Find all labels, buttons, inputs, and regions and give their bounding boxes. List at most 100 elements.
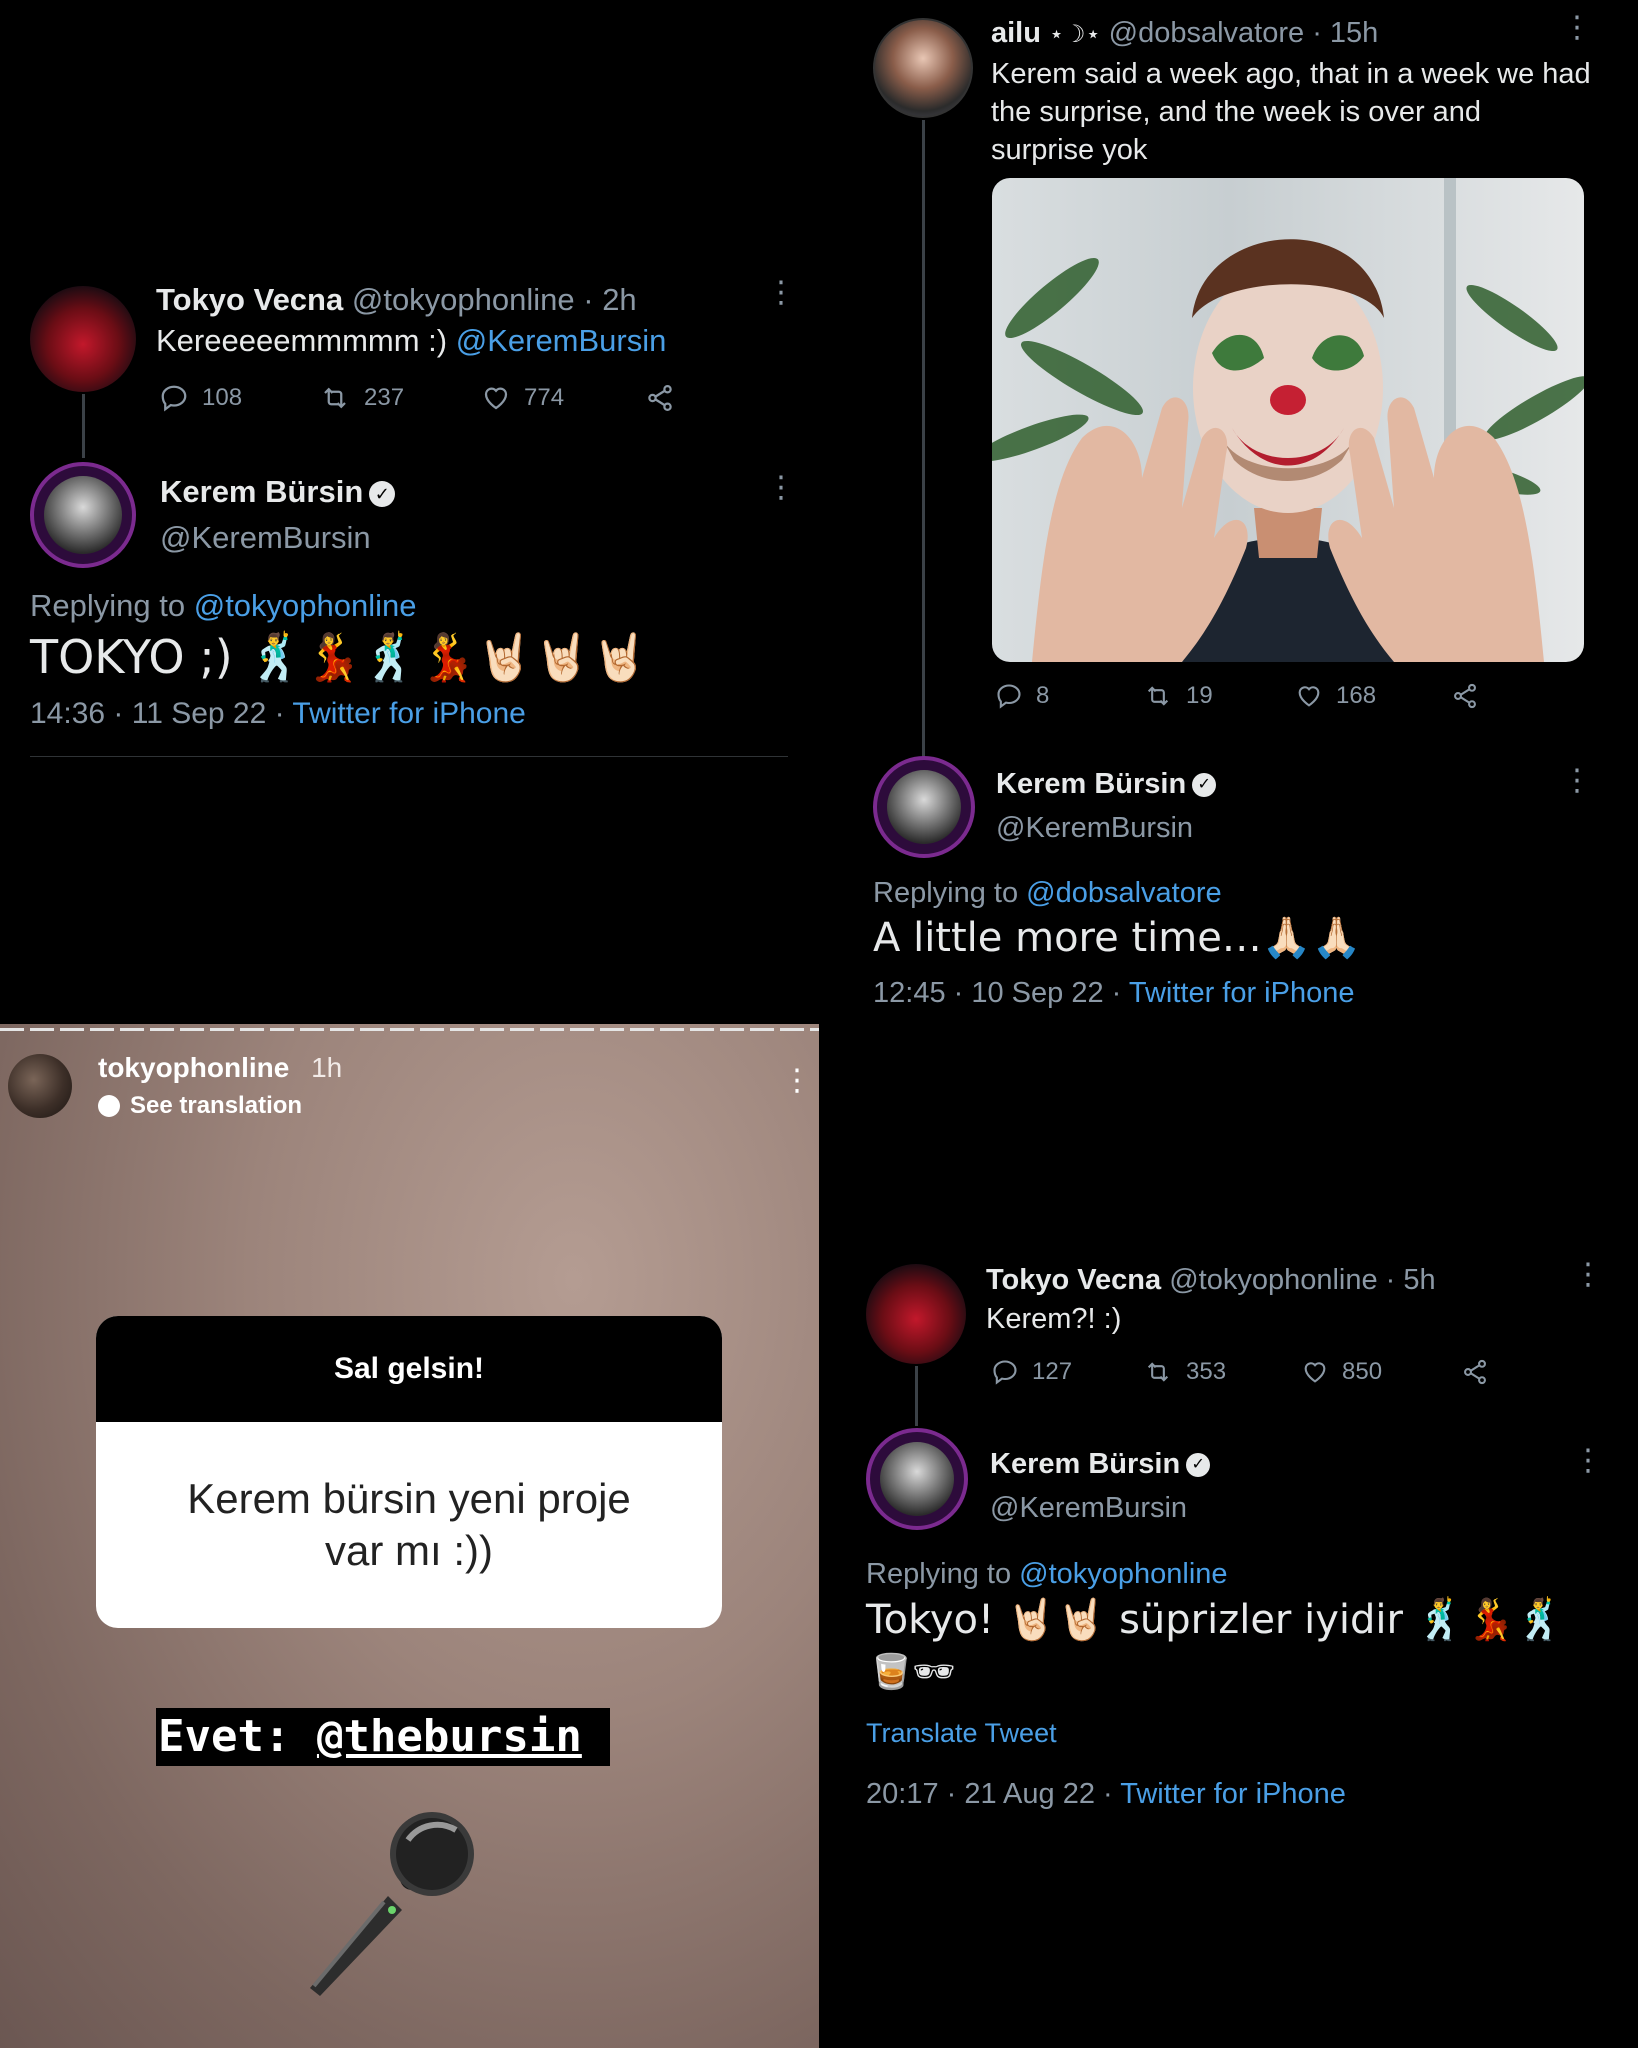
thread-line [82, 394, 85, 458]
author-name[interactable]: Tokyo Vecna [156, 282, 343, 317]
share-button[interactable] [1460, 1358, 1490, 1386]
author-handle-time: @dobsalvatore · 15h [1108, 17, 1379, 49]
tweet-text-line-2: 🥃🕶 [870, 1652, 956, 1692]
retweet-icon [324, 387, 346, 409]
reply-icon [161, 385, 187, 412]
tweet-media-image[interactable] [992, 178, 1584, 662]
tweet-actions: 127 353 850 [990, 1358, 1490, 1386]
tweet-datetime: 14:36 · 11 Sep 22 · [30, 697, 293, 730]
answer-prefix: Evet: [158, 1711, 317, 1762]
author-handle[interactable]: @KeremBursin [990, 1492, 1187, 1525]
share-icon [1464, 1359, 1486, 1385]
retweet-count: 353 [1186, 1358, 1227, 1385]
reply-icon [993, 1360, 1017, 1385]
like-count: 774 [524, 384, 565, 411]
answer-text: Evet: @thebursin [156, 1708, 610, 1766]
author-handle-time: @tokyophonline · 5h [1169, 1264, 1436, 1296]
avatar[interactable] [873, 18, 973, 118]
replying-label: Replying to [30, 588, 194, 623]
retweet-button[interactable]: 237 [318, 383, 480, 413]
tweet-datetime: 20:17 · 21 Aug 22 · [866, 1778, 1121, 1810]
reply-count: 8 [1036, 682, 1050, 709]
microphone-icon [280, 1800, 480, 2005]
story-progress-bar [0, 1028, 819, 1031]
author-name[interactable]: ailu [991, 17, 1041, 49]
like-button[interactable]: 774 [480, 383, 644, 413]
tweet-text: Kerem?! :) [986, 1303, 1122, 1335]
mention-link[interactable]: @tokyophonline [1019, 1558, 1227, 1590]
share-button[interactable] [644, 383, 676, 413]
reply-icon [997, 684, 1021, 709]
retweet-button[interactable]: 353 [1142, 1358, 1300, 1386]
tweet-meta: 20:17 · 21 Aug 22 · Twitter for iPhone [866, 1778, 1346, 1811]
tweet-text: Kerem said a week ago, that in a week we… [991, 58, 1591, 166]
heart-icon [484, 387, 508, 410]
heart-icon [1298, 686, 1320, 707]
avatar[interactable] [30, 462, 136, 568]
more-options-icon[interactable]: ⋮ [766, 473, 796, 503]
tweet-text-line-1: Tokyo! 🤘🏻🤘🏻 süprizler iyidir 🕺💃🕺 [866, 1597, 1566, 1643]
see-translation-button[interactable]: See translation [98, 1092, 302, 1120]
mention-link[interactable]: @thebursin [317, 1711, 582, 1762]
mention-link[interactable]: @KeremBursin [456, 323, 667, 358]
retweet-icon [1147, 686, 1169, 706]
avatar[interactable] [873, 756, 975, 858]
reply-button[interactable]: 108 [158, 383, 318, 413]
reply-button[interactable]: 8 [994, 682, 1142, 710]
tweet-actions: 108 237 774 [158, 383, 676, 413]
tweet-text: TOKYO ;) 🕺💃🕺💃🤘🏻🤘🏻🤘🏻 [30, 630, 649, 684]
more-options-icon[interactable]: ⋮ [782, 1066, 812, 1096]
story-time: 1h [311, 1052, 343, 1083]
joker-photo-illustration [992, 178, 1584, 662]
tweet-text: Kereeeeemmmmm :) @KeremBursin [156, 323, 666, 359]
avatar[interactable] [30, 286, 136, 392]
question-text: Kerem bürsin yeni proje var mı :)) [187, 1475, 631, 1574]
author-name[interactable]: Kerem Bürsin [990, 1448, 1180, 1480]
author-handle[interactable]: @KeremBursin [160, 520, 371, 556]
heart-icon [1304, 1362, 1326, 1383]
more-options-icon[interactable]: ⋮ [1573, 1446, 1603, 1476]
verified-badge-icon: ✓ [1192, 773, 1217, 798]
translate-tweet-link[interactable]: Translate Tweet [866, 1718, 1057, 1749]
story-username[interactable]: tokyophonline [98, 1052, 289, 1083]
replying-to: Replying to @tokyophonline [30, 588, 417, 624]
avatar[interactable] [8, 1054, 72, 1118]
client-link[interactable]: Twitter for iPhone [1120, 1778, 1346, 1810]
author-name[interactable]: Kerem Bürsin [996, 768, 1186, 800]
client-link[interactable]: Twitter for iPhone [292, 697, 525, 730]
replying-to: Replying to @tokyophonline [866, 1558, 1228, 1591]
reply-button[interactable]: 127 [990, 1358, 1142, 1386]
tweet-datetime: 12:45 · 10 Sep 22 · [873, 977, 1129, 1009]
like-count: 168 [1336, 682, 1377, 709]
like-button[interactable]: 168 [1294, 682, 1450, 710]
author-handle[interactable]: @KeremBursin [996, 812, 1193, 845]
tweet-meta: 14:36 · 11 Sep 22 · Twitter for iPhone [30, 697, 526, 731]
avatar[interactable] [866, 1428, 968, 1530]
like-count: 850 [1342, 1358, 1383, 1385]
reply-count: 127 [1032, 1358, 1073, 1385]
share-button[interactable] [1450, 682, 1480, 710]
more-options-icon[interactable]: ⋮ [1562, 13, 1592, 43]
retweet-button[interactable]: 19 [1142, 682, 1294, 710]
mention-link[interactable]: @dobsalvatore [1026, 877, 1222, 909]
share-icon [648, 385, 672, 411]
more-options-icon[interactable]: ⋮ [1573, 1260, 1603, 1290]
more-options-icon[interactable]: ⋮ [766, 278, 796, 308]
retweet-icon [1147, 1362, 1169, 1382]
author-handle-time: @tokyophonline · 2h [351, 282, 637, 317]
more-options-icon[interactable]: ⋮ [1562, 766, 1592, 796]
tweet-text: A little more time…🙏🏻🙏🏻 [873, 915, 1362, 961]
avatar[interactable] [866, 1264, 966, 1364]
replying-to: Replying to @dobsalvatore [873, 877, 1222, 910]
like-button[interactable]: 850 [1300, 1358, 1460, 1386]
share-icon [1454, 683, 1476, 709]
client-link[interactable]: Twitter for iPhone [1129, 977, 1355, 1009]
replying-label: Replying to [873, 877, 1027, 909]
verified-badge-icon: ✓ [369, 480, 396, 507]
author-name[interactable]: Tokyo Vecna [986, 1264, 1161, 1296]
retweet-count: 237 [364, 384, 405, 411]
verified-badge-icon: ✓ [1186, 1453, 1211, 1478]
mention-link[interactable]: @tokyophonline [194, 588, 417, 623]
divider [30, 756, 788, 757]
author-name[interactable]: Kerem Bürsin [160, 474, 363, 509]
